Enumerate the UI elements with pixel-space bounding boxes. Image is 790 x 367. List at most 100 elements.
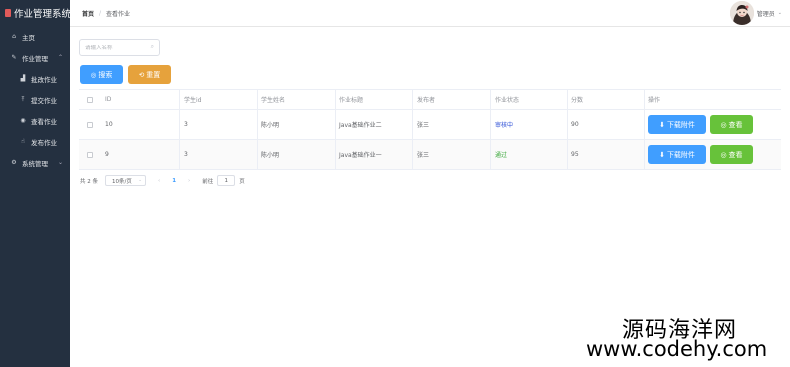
- sidebar-item-view-homework[interactable]: ◉ 查看作业: [0, 110, 70, 131]
- edit-icon: ✎: [11, 54, 17, 61]
- goto-page-input[interactable]: 1: [217, 175, 236, 186]
- column-header-actions: 操作: [644, 90, 781, 109]
- page-size-select[interactable]: 10条/页 ⌄: [105, 175, 146, 186]
- top-header: 首页 / 查看作业 管理员 ⌄: [70, 0, 790, 27]
- download-button-label: 下载附件: [666, 120, 695, 129]
- page-number-current[interactable]: 1: [172, 178, 176, 184]
- search-button-label: 搜索: [98, 70, 113, 79]
- sidebar-item-label: 提交作业: [31, 96, 57, 105]
- view-button[interactable]: ◎ 查看: [710, 145, 753, 164]
- sidebar-item-label: 主页: [22, 33, 35, 42]
- user-name[interactable]: 管理员: [757, 9, 775, 18]
- pagination: 共 2 条 10条/页 ⌄ ‹ 1 › 前往 1 页: [80, 175, 245, 186]
- sidebar-item-label: 查看作业: [31, 117, 57, 126]
- download-icon: ⬇: [659, 120, 665, 129]
- row-select-cell: [79, 140, 100, 169]
- cell-title: Java基础作业一: [335, 140, 412, 169]
- refresh-icon: ⟲: [138, 70, 145, 79]
- upload-icon: ⤒: [21, 95, 25, 103]
- row-checkbox[interactable]: [86, 151, 93, 158]
- user-menu[interactable]: 管理员 ⌄: [729, 1, 782, 25]
- cell-score: 95: [567, 140, 644, 169]
- cell-publisher: 张三: [412, 110, 490, 139]
- cell-title: Java基础作业二: [335, 110, 412, 139]
- cell-actions: ⬇ 下载附件 ◎ 查看: [644, 110, 781, 139]
- next-page-button[interactable]: ›: [188, 178, 190, 184]
- cell-student-id: 3: [179, 140, 257, 169]
- search-icon: ◎: [720, 120, 727, 129]
- goto-unit: 页: [239, 178, 245, 185]
- view-button-label: 查看: [728, 150, 743, 159]
- sidebar-item-label: 发布作业: [31, 138, 57, 147]
- app-brand: 作业管理系统: [0, 0, 72, 26]
- download-button-label: 下载附件: [666, 150, 695, 159]
- download-attachment-button[interactable]: ⬇ 下载附件: [648, 145, 706, 164]
- homework-table: ID 学生id 学生姓名 作业标题 发布者 作业状态 分数 操作 10 3 陈小…: [79, 89, 781, 170]
- status-badge: 审核中: [490, 110, 567, 139]
- page-size-value: 10条/页: [112, 178, 132, 185]
- download-attachment-button[interactable]: ⬇ 下载附件: [648, 115, 706, 134]
- sidebar-item-submit-homework[interactable]: ⤒ 提交作业: [0, 89, 70, 110]
- reset-button-label: 重置: [146, 70, 161, 79]
- gear-icon: ⚙: [11, 159, 17, 166]
- chevron-down-icon[interactable]: ⌄: [778, 10, 782, 16]
- cell-publisher: 张三: [412, 140, 490, 169]
- table-header-row: ID 学生id 学生姓名 作业标题 发布者 作业状态 分数 操作: [79, 90, 781, 110]
- search-icon: ⌕: [150, 43, 154, 50]
- sidebar-item-label: 系统管理: [22, 159, 48, 168]
- search-input[interactable]: [85, 44, 145, 51]
- row-select-cell: [79, 110, 100, 139]
- sidebar-item-label: 批改作业: [31, 75, 57, 84]
- book-logo-icon: [5, 9, 11, 17]
- breadcrumb: 首页 / 查看作业: [82, 9, 130, 18]
- search-button[interactable]: ◎ 搜索: [80, 65, 123, 84]
- cell-actions: ⬇ 下载附件 ◎ 查看: [644, 140, 781, 169]
- chart-icon: ▟: [20, 75, 26, 82]
- sidebar-item-home[interactable]: ⌂ 主页: [0, 26, 70, 47]
- sidebar: 作业管理系统 ⌂ 主页 ✎ 作业管理 ⌃ ▟ 批改作业 ⤒ 提交作业 ◉ 查看作…: [0, 0, 72, 367]
- avatar[interactable]: [729, 1, 754, 25]
- view-button-label: 查看: [728, 120, 743, 129]
- chevron-up-icon: ⌃: [57, 54, 63, 61]
- reset-button[interactable]: ⟲ 重置: [128, 65, 171, 84]
- search-field[interactable]: ⌕: [79, 39, 160, 56]
- chevron-down-icon: ⌄: [57, 159, 63, 166]
- app-title: 作业管理系统: [14, 9, 72, 20]
- column-header-student-name: 学生姓名: [257, 90, 335, 109]
- goto-label: 前往: [202, 178, 214, 185]
- row-checkbox[interactable]: [86, 121, 93, 128]
- breadcrumb-home[interactable]: 首页: [82, 9, 94, 18]
- eye-icon: ◉: [20, 117, 26, 124]
- pagination-total: 共 2 条: [80, 178, 98, 185]
- breadcrumb-current: 查看作业: [106, 10, 131, 18]
- column-header-id: ID: [105, 96, 112, 103]
- cell-student-name: 陈小明: [257, 110, 335, 139]
- download-icon: ⬇: [659, 150, 665, 159]
- sidebar-item-system-manage[interactable]: ⚙ 系统管理 ⌄: [0, 152, 70, 173]
- prev-page-button[interactable]: ‹: [158, 178, 160, 184]
- search-icon: ◎: [90, 70, 97, 79]
- column-header-title: 作业标题: [335, 90, 412, 109]
- thumb-icon: ☝: [21, 138, 25, 145]
- view-button[interactable]: ◎ 查看: [710, 115, 753, 134]
- cell-score: 90: [567, 110, 644, 139]
- home-icon: ⌂: [12, 33, 16, 40]
- breadcrumb-separator: /: [99, 9, 102, 17]
- select-all-cell: [79, 90, 100, 109]
- status-badge: 通过: [490, 140, 567, 169]
- sidebar-item-label: 作业管理: [22, 54, 48, 63]
- cell-id: 9: [105, 151, 109, 158]
- sidebar-item-homework-manage[interactable]: ✎ 作业管理 ⌃: [0, 47, 70, 68]
- watermark-url: www.codehy.com: [586, 337, 768, 361]
- column-header-student-id: 学生id: [179, 90, 257, 109]
- cell-id: 10: [105, 121, 113, 128]
- table-row: 10 3 陈小明 Java基础作业二 张三 审核中 90 ⬇ 下载附件 ◎ 查看: [79, 110, 781, 140]
- sidebar-item-publish-homework[interactable]: ☝ 发布作业: [0, 131, 70, 152]
- search-icon: ◎: [720, 150, 727, 159]
- cell-student-id: 3: [179, 110, 257, 139]
- sidebar-item-grade-homework[interactable]: ▟ 批改作业: [0, 68, 70, 89]
- column-header-status: 作业状态: [490, 90, 567, 109]
- goto-page-value: 1: [224, 177, 229, 184]
- select-all-checkbox[interactable]: [86, 96, 93, 103]
- column-header-publisher: 发布者: [412, 90, 490, 109]
